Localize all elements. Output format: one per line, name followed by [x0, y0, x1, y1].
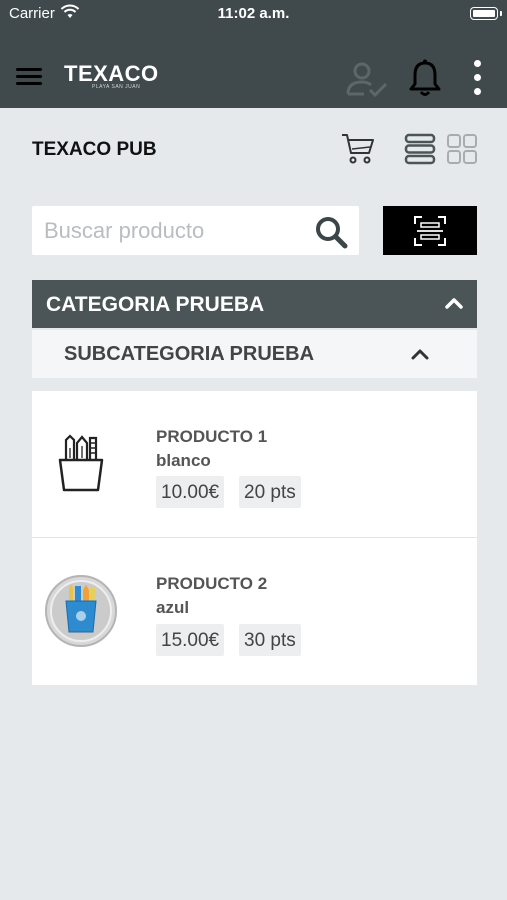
scan-button[interactable] — [383, 206, 477, 255]
barcode-scan-icon — [414, 216, 446, 246]
cart-icon[interactable] — [340, 130, 376, 166]
chevron-up-icon — [411, 349, 429, 360]
list-item[interactable]: PRODUCTO 1 blanco 10.00€ 20 pts — [32, 391, 477, 538]
more-options-button[interactable] — [470, 60, 484, 100]
product-list: PRODUCTO 1 blanco 10.00€ 20 pts PRODUCTO… — [32, 391, 477, 685]
search-bar — [32, 206, 359, 255]
battery-icon — [470, 7, 498, 20]
app-header: Carrier 11:02 a.m. TEXACO PLAYA SAN JUAN — [0, 0, 507, 108]
brand-logo: TEXACO PLAYA SAN JUAN — [64, 61, 159, 91]
category-header[interactable]: CATEGORIA PRUEBA — [32, 280, 477, 328]
menu-button[interactable] — [16, 68, 42, 88]
clock: 11:02 a.m. — [217, 5, 290, 22]
product-name: PRODUCTO 1 — [156, 427, 268, 446]
subcategory-label: SUBCATEGORIA PRUEBA — [64, 343, 315, 365]
blue-pencil-cup-icon — [45, 575, 117, 647]
category-label: CATEGORIA PRUEBA — [46, 293, 265, 316]
store-title: TEXACO PUB — [32, 139, 157, 160]
list-view-icon[interactable] — [404, 133, 436, 165]
grid-view-icon[interactable] — [446, 133, 478, 165]
bell-icon[interactable] — [408, 58, 442, 98]
brand-name: TEXACO — [64, 61, 159, 86]
search-icon[interactable] — [314, 215, 348, 249]
search-input[interactable] — [32, 206, 302, 255]
chevron-up-icon — [445, 298, 463, 309]
product-color: blanco — [156, 451, 211, 470]
user-check-icon[interactable] — [344, 60, 388, 98]
product-color: azul — [156, 598, 190, 617]
product-points: 20 pts — [239, 476, 301, 508]
product-price: 15.00€ — [156, 624, 225, 656]
pencil-cup-icon — [58, 434, 104, 492]
subcategory-header[interactable]: SUBCATEGORIA PRUEBA — [32, 330, 477, 378]
product-name: PRODUCTO 2 — [156, 574, 268, 593]
product-points: 30 pts — [239, 624, 301, 656]
list-item[interactable]: PRODUCTO 2 azul 15.00€ 30 pts — [32, 538, 477, 685]
status-bar: Carrier 11:02 a.m. — [0, 0, 507, 28]
product-price: 10.00€ — [156, 476, 225, 508]
